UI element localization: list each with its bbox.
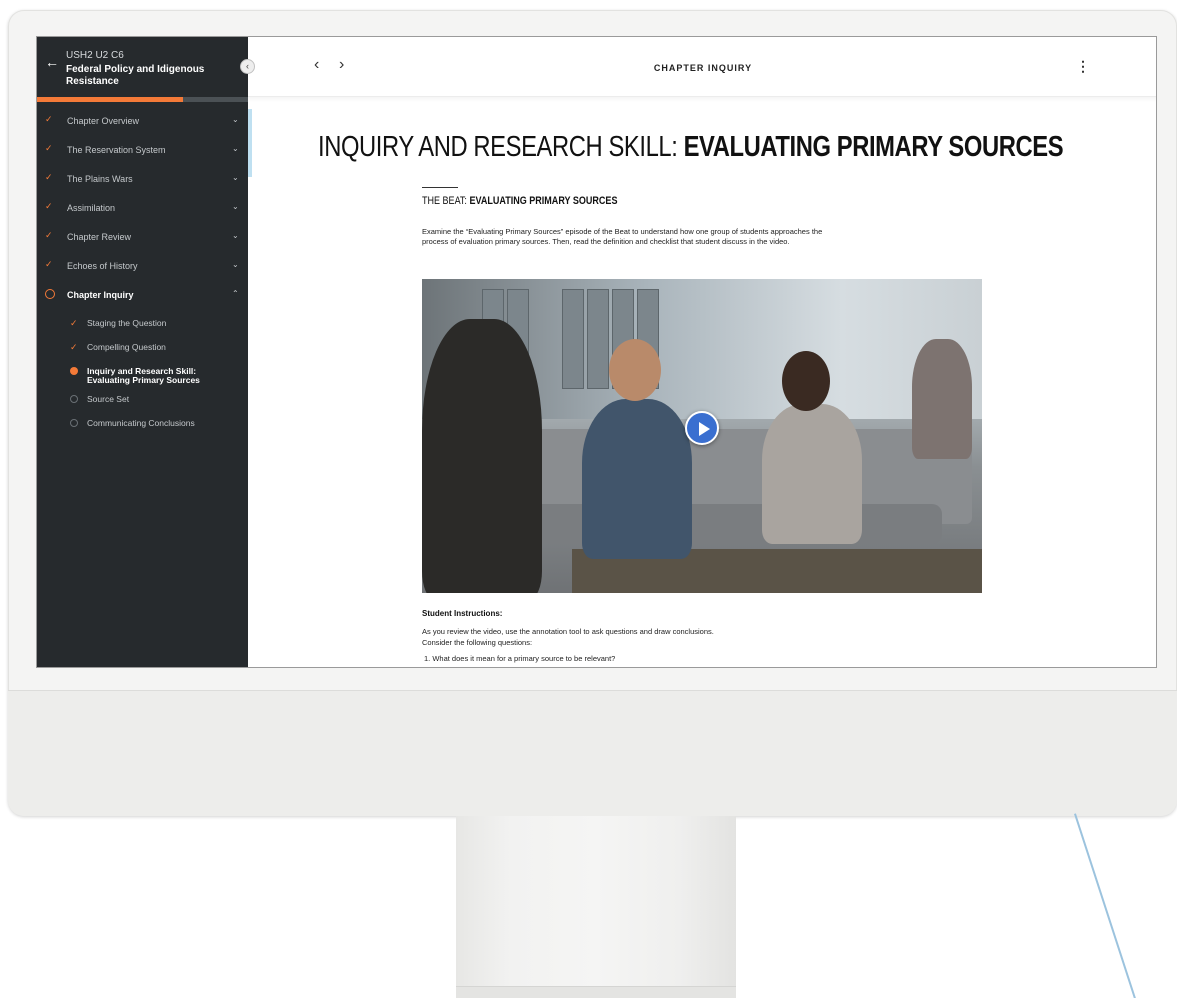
section-divider — [422, 187, 458, 188]
monitor-chin — [8, 690, 1177, 816]
empty-circle-icon — [70, 395, 78, 403]
instructions-heading: Student Instructions: — [422, 609, 503, 618]
sidebar-subitem-label: Compelling Question — [87, 342, 166, 352]
video-thumbnail-detail — [582, 399, 692, 559]
sidebar: ← USH2 U2 C6 Federal Policy and Idigenou… — [37, 37, 248, 667]
check-icon: ✓ — [45, 259, 53, 269]
check-icon: ✓ — [70, 342, 78, 352]
sidebar-item-echoes-of-history[interactable]: ✓ Echoes of History ⌄ — [37, 252, 248, 280]
course-code: USH2 U2 C6 — [66, 50, 124, 61]
video-player[interactable] — [422, 279, 982, 593]
sidebar-item-label: Chapter Review — [67, 232, 132, 242]
sidebar-subitem-compelling-question[interactable]: ✓ Compelling Question — [37, 342, 248, 356]
page-title: INQUIRY AND RESEARCH SKILL: EVALUATING P… — [318, 131, 1064, 164]
sidebar-subitem-communicating-conclusions[interactable]: Communicating Conclusions — [37, 418, 248, 432]
sidebar-item-label: Assimilation — [67, 203, 116, 213]
empty-circle-icon — [70, 419, 78, 427]
current-dot-icon — [70, 367, 78, 375]
sidebar-item-plains-wars[interactable]: ✓ The Plains Wars ⌄ — [37, 165, 248, 193]
play-button[interactable] — [685, 411, 719, 445]
section-title-emphasis: EVALUATING PRIMARY SOURCES — [469, 195, 618, 207]
check-icon: ✓ — [45, 114, 53, 124]
video-thumbnail-detail — [562, 289, 584, 389]
chevron-left-icon: ‹ — [246, 61, 249, 71]
progress-bar — [37, 97, 248, 102]
sidebar-item-label: Echoes of History — [67, 261, 138, 271]
intro-paragraph: Examine the “Evaluating Primary Sources”… — [422, 227, 823, 246]
sidebar-subitem-label: Source Set — [87, 394, 130, 404]
video-thumbnail-detail — [609, 339, 661, 401]
check-icon: ✓ — [45, 143, 53, 153]
progress-bar-fill — [37, 97, 183, 102]
chevron-down-icon: ⌄ — [232, 260, 239, 269]
collapse-sidebar-button[interactable]: ‹ — [240, 59, 255, 74]
page-title-prefix: INQUIRY AND RESEARCH SKILL: — [318, 131, 684, 163]
sidebar-item-chapter-review[interactable]: ✓ Chapter Review ⌄ — [37, 223, 248, 251]
sidebar-item-assimilation[interactable]: ✓ Assimilation ⌄ — [37, 194, 248, 222]
instruction-question: 1. What does it mean for a primary sourc… — [424, 654, 616, 663]
video-thumbnail-detail — [782, 351, 830, 411]
chevron-down-icon: ⌄ — [232, 144, 239, 153]
monitor-stand-foot — [456, 986, 736, 998]
page-title-emphasis: EVALUATING PRIMARY SOURCES — [683, 131, 1064, 163]
sidebar-subitem-label: Communicating Conclusions — [87, 418, 195, 428]
video-thumbnail-detail — [762, 404, 862, 544]
sidebar-subitem-label: Inquiry and Research Skill: Evaluating P… — [87, 366, 200, 385]
video-thumbnail-detail — [422, 319, 542, 593]
sidebar-item-label: The Reservation System — [67, 145, 166, 155]
check-icon: ✓ — [45, 201, 53, 211]
page-section-title: CHAPTER INQUIRY — [653, 63, 753, 73]
sidebar-item-chapter-overview[interactable]: ✓ Chapter Overview ⌄ — [37, 107, 248, 135]
course-title: Federal Policy and Idigenous Resistance — [66, 64, 205, 87]
sidebar-subitem-staging-the-question[interactable]: ✓ Staging the Question — [37, 318, 248, 332]
sidebar-item-label: Chapter Inquiry — [67, 290, 134, 300]
check-icon: ✓ — [70, 318, 78, 328]
chevron-down-icon: ⌄ — [232, 231, 239, 240]
chevron-down-icon: ⌄ — [232, 173, 239, 182]
check-icon: ✓ — [45, 230, 53, 240]
sidebar-item-label: Chapter Overview — [67, 116, 140, 126]
video-thumbnail-detail — [912, 339, 972, 459]
screen: ← USH2 U2 C6 Federal Policy and Idigenou… — [36, 36, 1157, 668]
sidebar-subitem-source-set[interactable]: Source Set — [37, 394, 248, 408]
sidebar-header: ← USH2 U2 C6 Federal Policy and Idigenou… — [37, 37, 248, 97]
video-thumbnail-detail — [482, 504, 942, 544]
chevron-down-icon: ⌄ — [232, 202, 239, 211]
chevron-up-icon: ⌃ — [232, 289, 239, 298]
power-cable — [1074, 813, 1137, 998]
instructions-body: As you review the video, use the annotat… — [422, 627, 714, 647]
top-bar: ‹ › CHAPTER INQUIRY ⋮ — [248, 37, 1156, 97]
main-content: INQUIRY AND RESEARCH SKILL: EVALUATING P… — [248, 97, 1156, 667]
sidebar-item-label: The Plains Wars — [67, 174, 133, 184]
chevron-down-icon: ⌄ — [232, 115, 239, 124]
kebab-menu-icon[interactable]: ⋮ — [1076, 59, 1090, 73]
in-progress-circle-icon — [45, 289, 55, 299]
sidebar-item-reservation-system[interactable]: ✓ The Reservation System ⌄ — [37, 136, 248, 164]
sidebar-subitem-evaluating-primary-sources[interactable]: Inquiry and Research Skill: Evaluating P… — [37, 366, 248, 388]
check-icon: ✓ — [45, 172, 53, 182]
section-title-prefix: THE BEAT: — [422, 195, 470, 207]
section-title: THE BEAT: EVALUATING PRIMARY SOURCES — [422, 195, 617, 207]
video-thumbnail-detail — [587, 289, 609, 389]
arrow-left-icon[interactable]: ← — [45, 55, 59, 69]
sidebar-item-chapter-inquiry[interactable]: Chapter Inquiry ⌃ — [37, 281, 248, 309]
sidebar-subitem-label: Staging the Question — [87, 318, 167, 328]
monitor-stand — [456, 816, 736, 998]
